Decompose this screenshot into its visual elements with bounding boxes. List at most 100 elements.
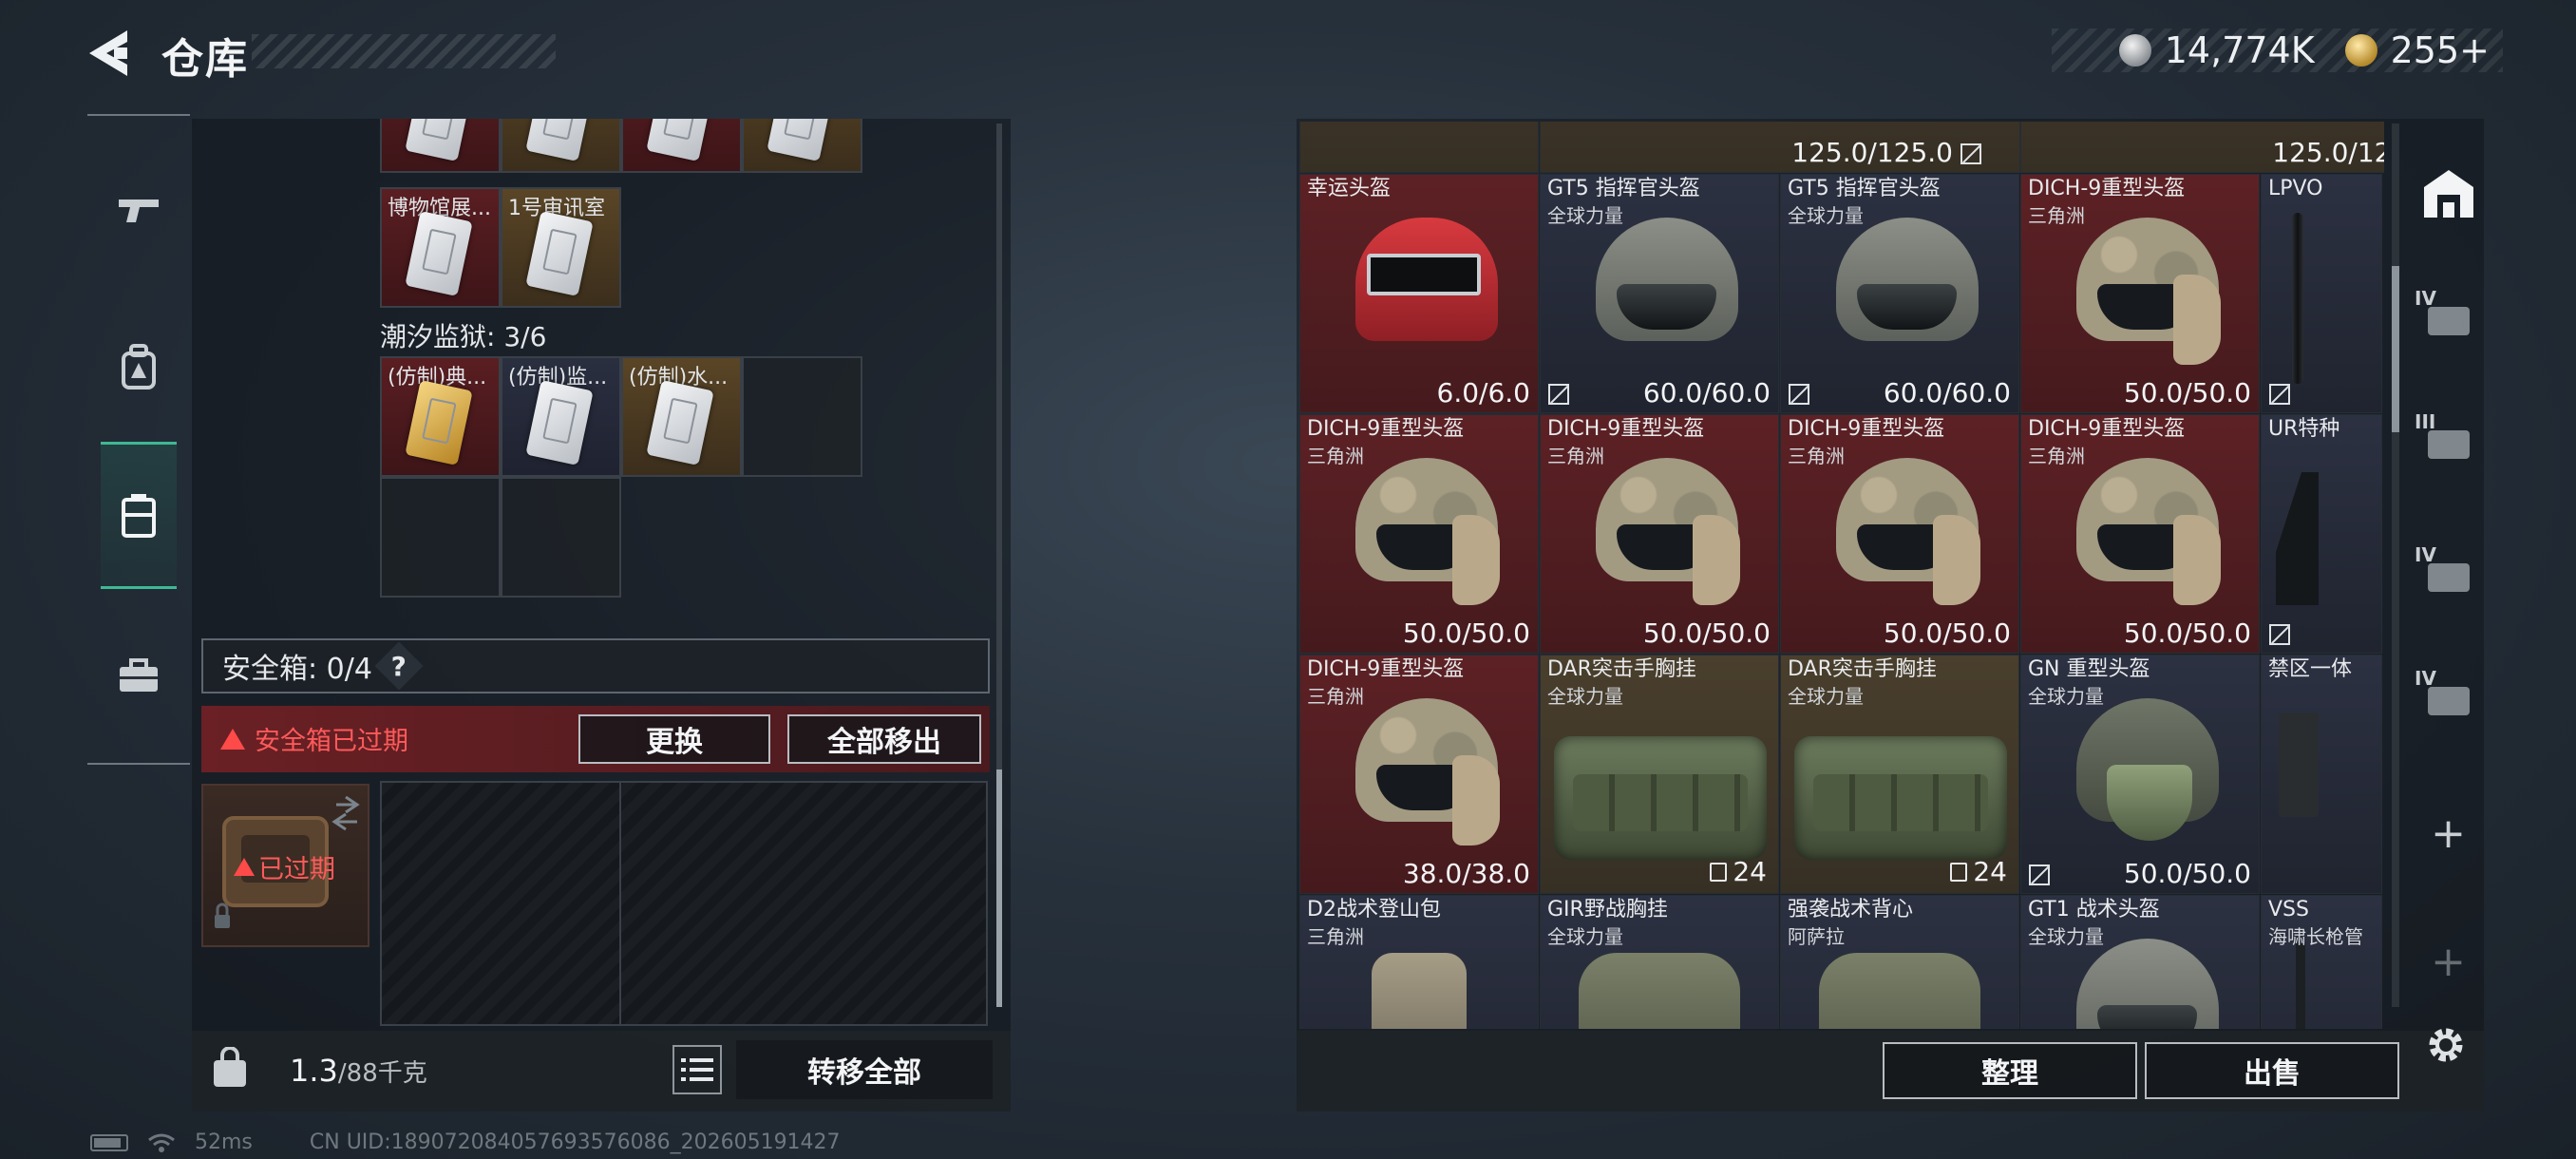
warehouse-item[interactable]: DICH-9重型头盔 三角洲 50.0/50.0 (1299, 414, 1539, 654)
warehouse-item[interactable]: LPVO (2261, 174, 2382, 413)
item-durability: 60.0/60.0 (1642, 377, 1771, 408)
warehouse-button[interactable] (2413, 157, 2484, 228)
expired-notice: 安全箱已过期 (220, 720, 408, 757)
back-button[interactable] (85, 28, 142, 78)
not-repairable-icon (2269, 624, 2290, 645)
warehouse-item[interactable]: GIR野战胸挂 全球力量 (1540, 895, 1779, 1029)
item-durability: 50.0/50.0 (2123, 618, 2251, 649)
tab-backpack[interactable] (101, 330, 177, 406)
list-icon (681, 1058, 713, 1081)
item-faction: 全球力量 (2028, 685, 2104, 708)
item-name: GT5 指挥官头盔 (1547, 177, 1700, 200)
warehouse-item[interactable]: DICH-9重型头盔 三角洲 38.0/38.0 (1299, 655, 1539, 894)
battery-icon (90, 1133, 128, 1151)
container-scrollbar[interactable] (996, 124, 1002, 1007)
warehouse-item[interactable]: DAR突击手胸挂 全球力量 24 (1540, 655, 1779, 894)
capacity-icon (1710, 862, 1728, 882)
item-durability: 6.0/6.0 (1436, 377, 1531, 408)
tech-station-button[interactable]: IV (2413, 542, 2484, 613)
wifi-icon (148, 1133, 175, 1152)
not-repairable-icon (1789, 384, 1809, 405)
safebox-slots[interactable] (380, 781, 988, 1026)
warehouse-item[interactable]: 禁区一体 (2261, 655, 2382, 894)
chest-rig-icon (1554, 736, 1767, 860)
item-faction: 全球力量 (1788, 204, 1864, 227)
container-icon (122, 493, 156, 538)
transfer-all-button[interactable]: 转移全部 (736, 1040, 993, 1099)
item-name: VSS (2268, 898, 2309, 922)
warehouse-item[interactable]: 125.0/125.0 (1540, 122, 2020, 173)
item-faction: 全球力量 (1547, 685, 1623, 708)
safebox-item[interactable]: 已过期 (201, 784, 369, 947)
item-slot[interactable] (380, 119, 501, 173)
empty-slot[interactable] (742, 356, 862, 477)
item-faction: 全球力量 (1788, 685, 1864, 708)
warehouse-item[interactable]: GT5 指挥官头盔 全球力量 60.0/60.0 (1540, 174, 1779, 413)
warehouse-item[interactable]: DAR突击手胸挂 全球力量 24 (1780, 655, 2019, 894)
helmet-icon (2069, 458, 2226, 610)
gear-icon[interactable] (2422, 1021, 2470, 1069)
item-name: LPVO (2268, 177, 2323, 200)
tide-prison-label: 潮汐监狱: 3/6 (380, 321, 547, 352)
tab-briefcase[interactable] (101, 638, 177, 714)
empty-slot[interactable] (380, 477, 501, 598)
warehouse-item[interactable]: DICH-9重型头盔 三角洲 50.0/50.0 (2020, 414, 2260, 654)
sell-button[interactable]: 出售 (2145, 1042, 2399, 1099)
warehouse-item[interactable]: 125.0/125.0 (2020, 122, 2384, 173)
vest-icon (1819, 953, 1980, 1029)
item-name: DAR突击手胸挂 (1788, 657, 1937, 681)
item-durability: 50.0/50.0 (1642, 618, 1771, 649)
item-slot[interactable] (501, 119, 621, 173)
helmet-icon (1828, 458, 1985, 610)
stock-icon (2276, 472, 2319, 605)
tab-container[interactable] (101, 442, 177, 589)
not-repairable-icon (1960, 143, 1981, 164)
silver-coin-icon (2118, 34, 2151, 66)
item-slot[interactable] (742, 119, 862, 173)
list-view-button[interactable] (672, 1045, 722, 1094)
item-name: 幸运头盔 (1307, 177, 1392, 200)
warehouse-item[interactable]: DICH-9重型头盔 三角洲 50.0/50.0 (1780, 414, 2019, 654)
help-button[interactable]: ? (374, 641, 424, 691)
warehouse-item[interactable]: D2战术登山包 三角洲 (1299, 895, 1539, 1029)
replace-button[interactable]: 更换 (578, 714, 770, 764)
item-durability: 50.0/50.0 (1402, 618, 1530, 649)
sort-button[interactable]: 整理 (1883, 1042, 2137, 1099)
move-all-out-button[interactable]: 全部移出 (787, 714, 981, 764)
warehouse-item[interactable]: VSS 海啸长枪管 (2261, 895, 2382, 1029)
warehouse-scrollbar[interactable] (2392, 124, 2399, 1007)
warehouse-item[interactable]: UR特种 (2261, 414, 2382, 654)
item-durability: 50.0/50.0 (2123, 377, 2251, 408)
medkit-station-button[interactable]: IV (2413, 285, 2484, 356)
warehouse-item[interactable]: 强袭战术背心 阿萨拉 (1780, 895, 2019, 1029)
item-slot[interactable]: (仿制)监... (501, 356, 621, 477)
chest-rig-icon (1794, 736, 2007, 860)
empty-slot[interactable] (501, 477, 621, 598)
warehouse-item[interactable]: DICH-9重型头盔 三角洲 50.0/50.0 (2020, 174, 2260, 413)
armory-station-button[interactable]: III (2413, 408, 2484, 480)
gold-amount[interactable]: 255+ (2391, 29, 2490, 71)
warehouse-item[interactable] (1299, 122, 1539, 173)
item-slot[interactable]: 1号审讯室 (501, 187, 621, 308)
warehouse-grid[interactable]: 125.0/125.0 125.0/125.0 幸运头盔 6.0/6.0 GT5 指挥官… (1299, 122, 2384, 1029)
add-station-button[interactable]: + (2413, 798, 2484, 869)
station-column: IV III IV IV + + (2413, 119, 2484, 1069)
keycard-icon (525, 380, 594, 466)
item-slot[interactable] (621, 119, 742, 173)
warehouse-item[interactable]: GT1 战术头盔 全球力量 (2020, 895, 2260, 1029)
helmet-icon (1828, 218, 1985, 370)
item-slot[interactable]: (仿制)水... (621, 356, 742, 477)
item-faction: 三角洲 (1307, 685, 1364, 708)
workbench-station-button[interactable]: IV (2413, 665, 2484, 736)
warehouse-item[interactable]: GT5 指挥官头盔 全球力量 60.0/60.0 (1780, 174, 2019, 413)
item-name: GT5 指挥官头盔 (1788, 177, 1941, 200)
plus-icon: + (2431, 809, 2466, 858)
tab-weapons[interactable] (101, 173, 177, 249)
item-faction: 三角洲 (1307, 445, 1364, 467)
item-faction: 阿萨拉 (1788, 925, 1845, 948)
warehouse-item[interactable]: 幸运头盔 6.0/6.0 (1299, 174, 1539, 413)
item-slot[interactable]: (仿制)典... (380, 356, 501, 477)
warehouse-item[interactable]: DICH-9重型头盔 三角洲 50.0/50.0 (1540, 414, 1779, 654)
item-slot[interactable]: 博物馆展... (380, 187, 501, 308)
warehouse-item[interactable]: GN 重型头盔 全球力量 50.0/50.0 (2020, 655, 2260, 894)
